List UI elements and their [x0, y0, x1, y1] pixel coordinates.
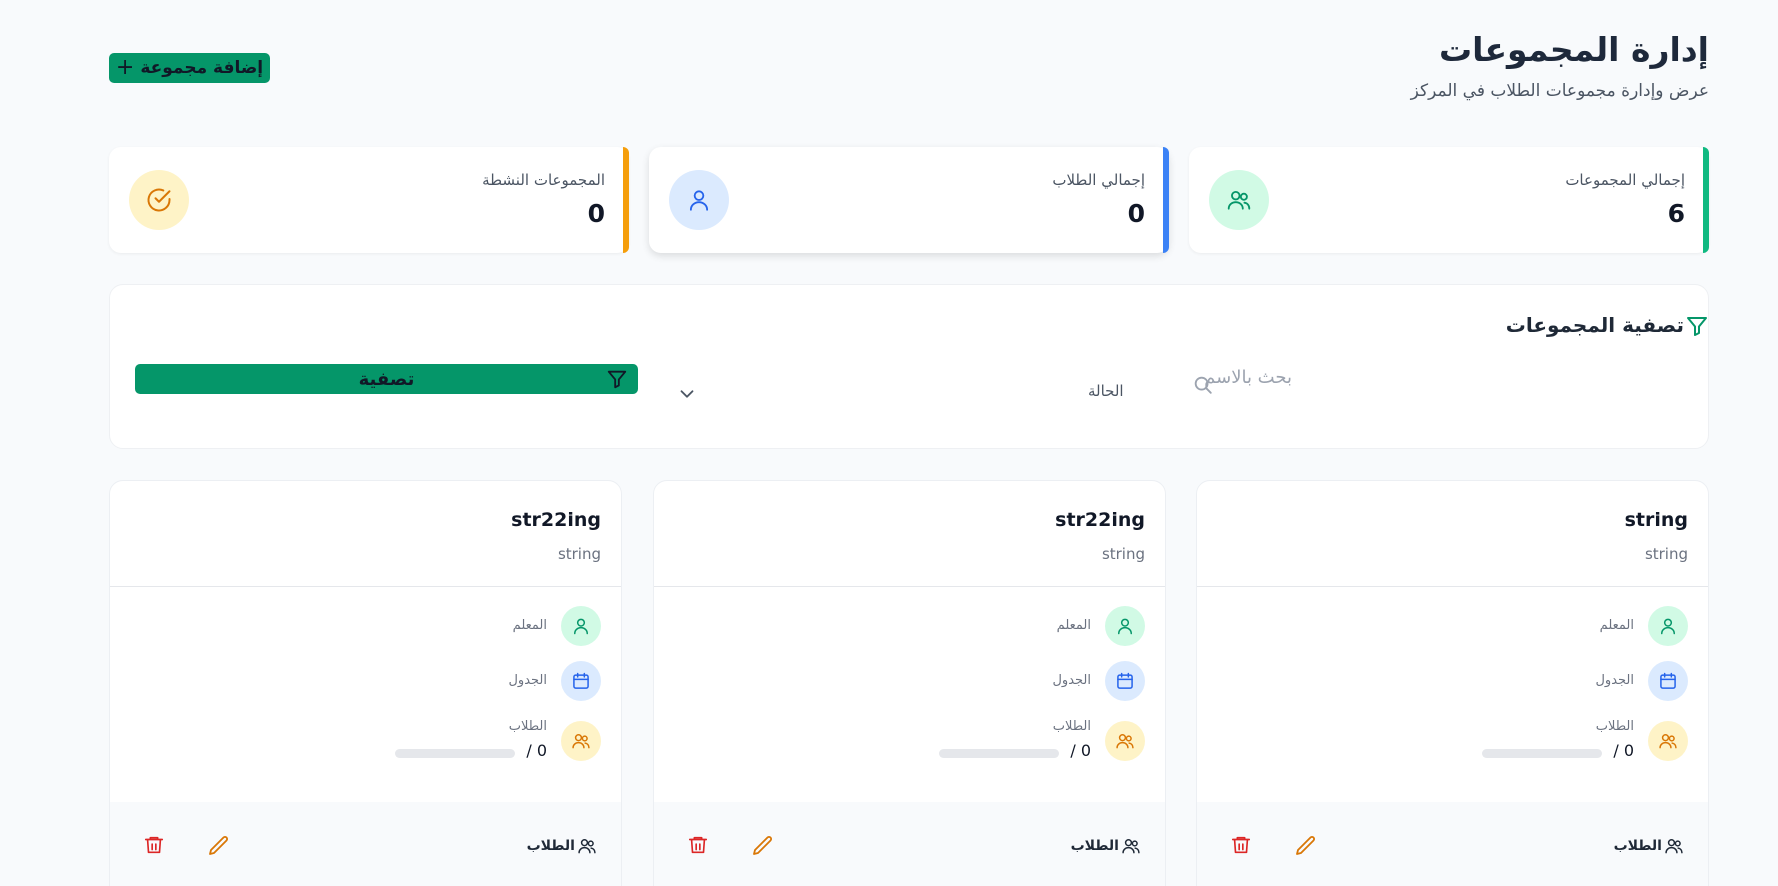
teacher-icon [1648, 606, 1688, 646]
students-count: 0 / [526, 741, 547, 760]
edit-icon[interactable] [1294, 834, 1318, 862]
stat-value: 0 [1127, 199, 1145, 228]
calendar-icon [1105, 661, 1145, 701]
schedule-label: الجدول [508, 673, 547, 688]
delete-icon[interactable] [1230, 834, 1252, 860]
teacher-label: المعلم [512, 618, 547, 633]
card-footer: الطلاب [654, 802, 1165, 886]
chevron-down-icon[interactable] [676, 383, 698, 409]
stat-label: إجمالي المجموعات [1565, 171, 1685, 189]
users-icon [1209, 170, 1269, 230]
filter-icon [1685, 314, 1709, 342]
group-name: str22ing [1055, 509, 1145, 531]
search-icon [1192, 374, 1214, 400]
teacher-label: المعلم [1599, 618, 1634, 633]
group-description: string [557, 545, 601, 563]
plus-icon: + [115, 55, 135, 80]
page-subtitle: عرض وإدارة مجموعات الطلاب في المركز [1410, 81, 1709, 101]
stat-label: إجمالي الطلاب [1052, 171, 1145, 189]
capacity-progress [395, 749, 515, 758]
divider [110, 586, 621, 587]
group-card: str22ing string المعلم الجدول الطلاب 0 /… [109, 480, 622, 886]
group-card: string string المعلم الجدول الطلاب 0 / ا… [1196, 480, 1709, 886]
filter-title: تصفية المجموعات [1505, 313, 1684, 337]
card-footer: الطلاب [1197, 802, 1708, 886]
stat-value: 0 [587, 199, 605, 228]
delete-icon[interactable] [143, 834, 165, 860]
edit-icon[interactable] [207, 834, 231, 862]
view-students-label: الطلاب [526, 838, 575, 854]
accent-bar [1703, 147, 1709, 253]
students-label: الطلاب [1595, 719, 1634, 734]
calendar-icon [1648, 661, 1688, 701]
group-description: string [1101, 545, 1145, 563]
group-card: str22ing string المعلم الجدول الطلاب 0 /… [653, 480, 1166, 886]
teacher-icon [561, 606, 601, 646]
stat-value: 6 [1667, 199, 1685, 228]
capacity-progress [1482, 749, 1602, 758]
students-count: 0 / [1070, 741, 1091, 760]
students-icon [1648, 721, 1688, 761]
user-icon [669, 170, 729, 230]
stat-card-total-students: إجمالي الطلاب 0 [649, 147, 1169, 253]
stat-label: المجموعات النشطة [482, 171, 605, 189]
check-circle-icon [129, 170, 189, 230]
view-students-button[interactable]: الطلاب [1071, 836, 1141, 856]
search-input[interactable]: بحث بالاسم [1204, 367, 1292, 388]
students-label: الطلاب [508, 719, 547, 734]
users-icon [1665, 839, 1683, 854]
accent-bar [1163, 147, 1169, 253]
teacher-label: المعلم [1056, 618, 1091, 633]
students-icon [561, 721, 601, 761]
students-count: 0 / [1613, 741, 1634, 760]
view-students-label: الطلاب [1070, 838, 1119, 854]
edit-icon[interactable] [751, 834, 775, 862]
schedule-label: الجدول [1052, 673, 1091, 688]
teacher-icon [1105, 606, 1145, 646]
view-students-button[interactable]: الطلاب [1614, 836, 1684, 856]
group-name: string [1624, 509, 1688, 531]
page-title: إدارة المجموعات [1438, 30, 1709, 69]
divider [1197, 586, 1708, 587]
view-students-label: الطلاب [1613, 838, 1662, 854]
divider [654, 586, 1165, 587]
view-students-button[interactable]: الطلاب [527, 836, 597, 856]
schedule-label: الجدول [1595, 673, 1634, 688]
calendar-icon [561, 661, 601, 701]
students-label: الطلاب [1052, 719, 1091, 734]
stat-card-total-groups: إجمالي المجموعات 6 [1189, 147, 1709, 253]
filter-button[interactable]: تصفية [135, 364, 638, 394]
capacity-progress [939, 749, 1059, 758]
users-icon [578, 839, 596, 854]
add-group-label: إضافة مجموعة [140, 58, 264, 78]
group-name: str22ing [511, 509, 601, 531]
stat-card-active-groups: المجموعات النشطة 0 [109, 147, 629, 253]
delete-icon[interactable] [687, 834, 709, 860]
filter-icon [606, 368, 628, 395]
status-select[interactable]: الحالة [1088, 382, 1124, 400]
filter-button-label: تصفية [358, 368, 415, 390]
students-icon [1105, 721, 1145, 761]
group-description: string [1644, 545, 1688, 563]
users-icon [1122, 839, 1140, 854]
card-footer: الطلاب [110, 802, 621, 886]
accent-bar [623, 147, 629, 253]
add-group-button[interactable]: إضافة مجموعة + [109, 53, 270, 83]
